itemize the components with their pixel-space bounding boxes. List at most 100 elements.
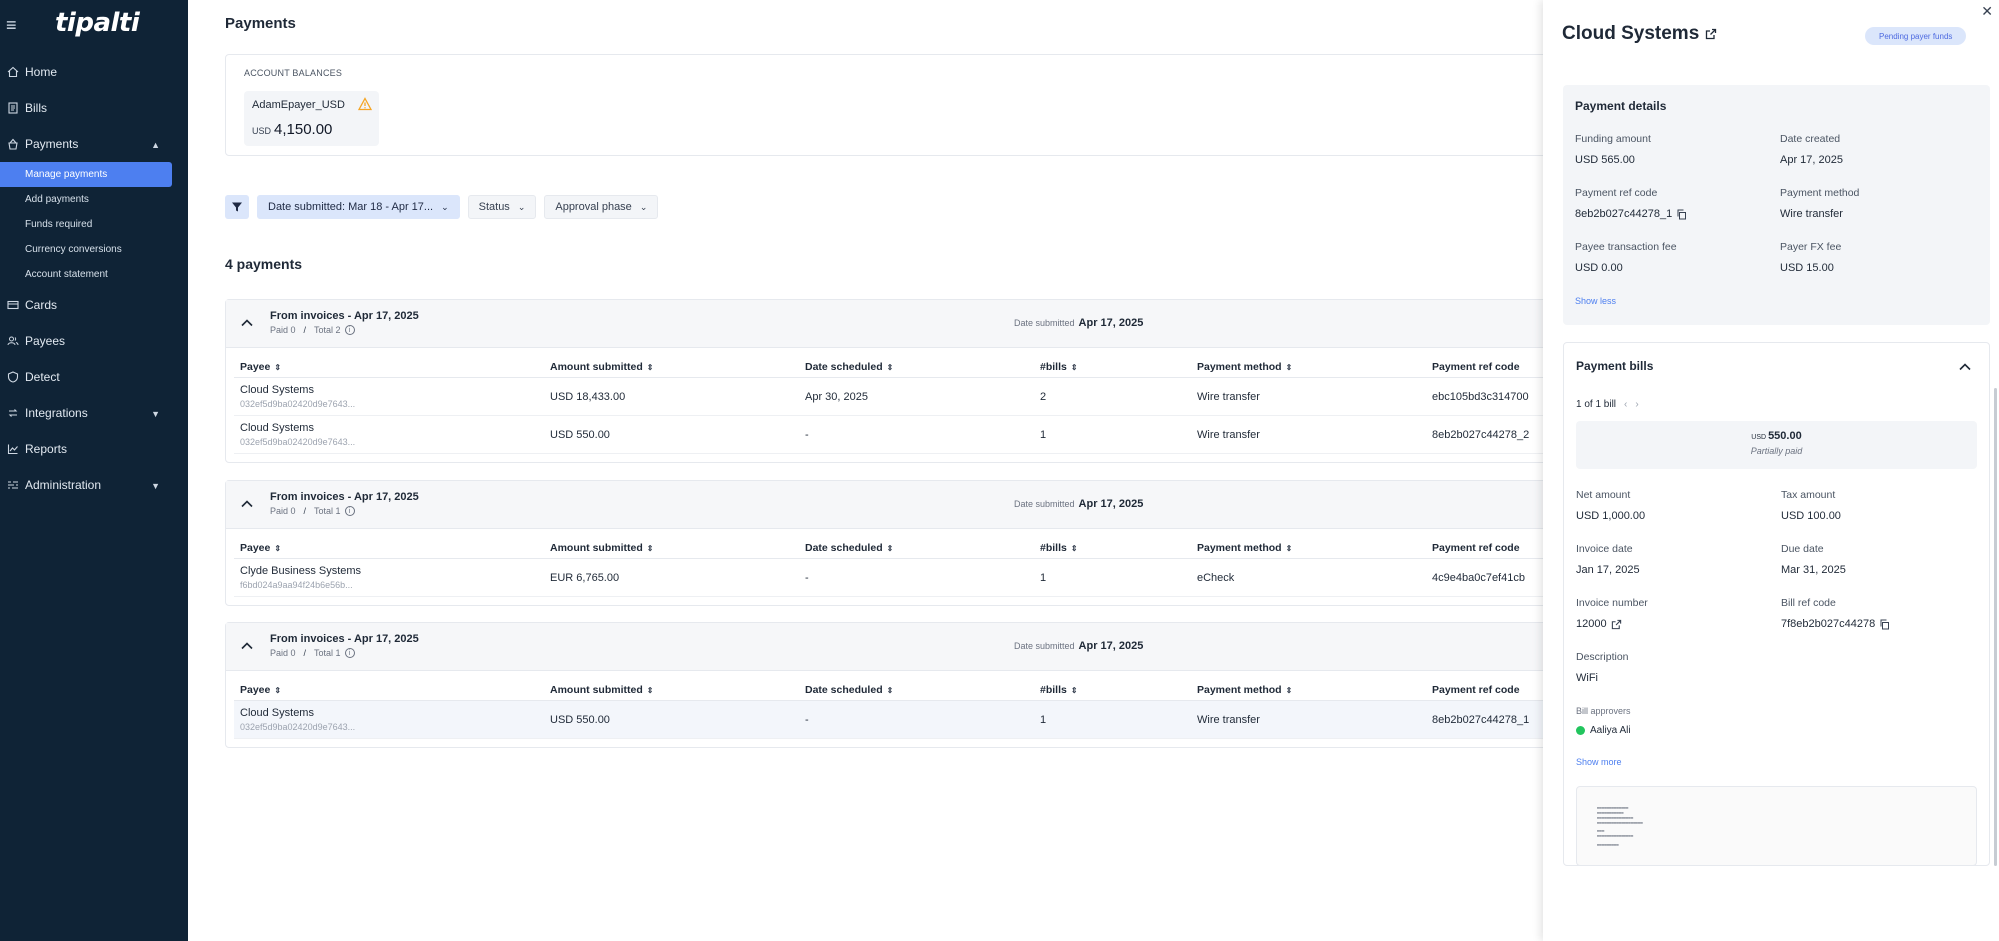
column-header-date[interactable]: Date scheduled ⇕ — [805, 361, 1040, 373]
filter-icon[interactable] — [225, 195, 249, 219]
sidebar-item-cards[interactable]: Cards — [0, 287, 188, 323]
column-label: Amount submitted — [550, 360, 643, 373]
caret-down-icon[interactable]: ▼ — [151, 481, 160, 491]
sidebar-item-account-statement[interactable]: Account statement — [0, 262, 172, 287]
column-header-bills[interactable]: #bills ⇕ — [1040, 361, 1197, 373]
field-value: USD 15.00 — [1780, 262, 1834, 274]
chevron-right-icon[interactable]: › — [1635, 399, 1638, 410]
bill-status: Partially paid — [1750, 446, 1803, 456]
filter-bar: Date submitted: Mar 18 - Apr 17... ⌄ Stat… — [225, 195, 659, 219]
tipalti-logo[interactable]: tipalti — [55, 8, 140, 38]
balance-amount: USD 4,150.00 — [252, 121, 332, 138]
external-link-icon[interactable] — [1705, 28, 1717, 40]
table-row[interactable]: Clyde Business Systems f6bd024a9aa94f24b6… — [234, 559, 1546, 597]
paid-count: Paid 0 — [270, 648, 296, 658]
column-header-date[interactable]: Date scheduled ⇕ — [805, 684, 1040, 696]
column-header-ref: Payment ref code — [1432, 684, 1542, 696]
copy-icon[interactable] — [1879, 619, 1890, 630]
payment-group-title: From invoices - Apr 17, 2025 — [270, 633, 419, 645]
column-header-bills[interactable]: #bills ⇕ — [1040, 542, 1197, 554]
reports-icon — [6, 442, 20, 456]
net-amount: Net amount USD 1,000.00 — [1576, 489, 1645, 522]
column-header-method[interactable]: Payment method ⇕ — [1197, 361, 1432, 373]
field-value: USD 565.00 — [1575, 154, 1635, 166]
field-value: USD 1,000.00 — [1576, 510, 1646, 522]
date-submitted-label: Date submitted — [1014, 499, 1075, 509]
chevron-left-icon[interactable]: ‹ — [1624, 399, 1627, 410]
balance-account-name: AdamEpayer_USD — [252, 99, 345, 111]
status-filter[interactable]: Status ⌄ — [467, 195, 537, 219]
column-header-method[interactable]: Payment method ⇕ — [1197, 542, 1432, 554]
sort-icon: ⇕ — [1070, 543, 1078, 553]
copy-icon[interactable] — [1676, 209, 1687, 220]
column-header-amount[interactable]: Amount submitted ⇕ — [550, 542, 805, 554]
field-value: Mar 31, 2025 — [1781, 564, 1846, 576]
column-header-payee[interactable]: Payee ⇕ — [234, 542, 550, 554]
info-icon[interactable]: i — [344, 506, 355, 516]
bills-icon — [6, 101, 20, 115]
payment-group: From invoices - Apr 17, 2025 Paid 0 / Tota… — [225, 299, 1555, 463]
chevron-up-icon[interactable] — [239, 315, 255, 331]
cell-method: eCheck — [1197, 571, 1235, 584]
panel-scrollbar[interactable] — [1994, 388, 1997, 866]
tax-amount: Tax amount USD 100.00 — [1781, 489, 1841, 522]
close-icon[interactable]: ✕ — [1981, 3, 1993, 20]
hamburger-menu-icon[interactable]: ≡ — [6, 15, 24, 36]
table-row[interactable]: Cloud Systems 032ef5d9ba02420d9e7643... U… — [234, 378, 1546, 416]
cell-payee: Cloud Systems 032ef5d9ba02420d9e7643... — [234, 707, 550, 732]
column-header-payee[interactable]: Payee ⇕ — [234, 684, 550, 696]
sidebar-item-funds-required[interactable]: Funds required — [0, 212, 172, 237]
show-less-link[interactable]: Show less — [1575, 296, 1616, 306]
field-label: Bill ref code — [1781, 597, 1836, 609]
invoice-number: Invoice number 12000 — [1576, 597, 1648, 630]
funding-amount: Funding amount USD 565.00 — [1575, 133, 1651, 166]
approval-phase-filter[interactable]: Approval phase ⌄ — [544, 195, 659, 219]
show-more-link[interactable]: Show more — [1576, 757, 1622, 767]
sidebar-item-payees[interactable]: Payees — [0, 323, 188, 359]
cell-method: Wire transfer — [1197, 713, 1260, 726]
date-submitted-filter[interactable]: Date submitted: Mar 18 - Apr 17... ⌄ — [257, 195, 460, 219]
caret-up-icon[interactable]: ▲ — [151, 140, 160, 150]
sidebar-item-payments[interactable]: Payments ▲ — [0, 126, 188, 162]
sidebar-item-currency-conversions[interactable]: Currency conversions — [0, 237, 172, 262]
column-header-amount[interactable]: Amount submitted ⇕ — [550, 361, 805, 373]
sidebar-item-integrations[interactable]: Integrations ▼ — [0, 395, 188, 431]
main-content: Payments ACCOUNT BALANCES AdamEpayer_USD… — [188, 0, 1555, 941]
sidebar-item-manage-payments[interactable]: Manage payments — [0, 162, 172, 187]
external-link-icon[interactable] — [1611, 619, 1622, 630]
date-submitted-label: Date submitted — [1014, 641, 1075, 651]
field-label: Payee transaction fee — [1575, 241, 1677, 253]
payment-group-header: From invoices - Apr 17, 2025 Paid 0 / Tota… — [226, 300, 1554, 348]
integrations-icon — [6, 406, 20, 420]
column-header-date[interactable]: Date scheduled ⇕ — [805, 542, 1040, 554]
sidebar-item-detect[interactable]: Detect — [0, 359, 188, 395]
sidebar-item-administration[interactable]: Administration ▼ — [0, 467, 188, 503]
column-header-amount[interactable]: Amount submitted ⇕ — [550, 684, 805, 696]
info-icon[interactable]: i — [344, 325, 355, 335]
invoice-preview-thumbnail[interactable]: ▬▬▬▬▬▬▬▬▬▬▬▬▬ ▬▬▬▬▬▬▬▬▬▬▬ ▬▬▬▬▬▬▬▬▬▬▬▬▬▬… — [1576, 786, 1977, 865]
info-icon[interactable]: i — [344, 648, 355, 658]
sidebar-item-bills[interactable]: Bills — [0, 90, 188, 126]
field-label: Payment ref code — [1575, 187, 1658, 199]
balance-card[interactable]: AdamEpayer_USD USD 4,150.00 — [244, 91, 379, 146]
cell-bills: 1 — [1040, 713, 1047, 726]
payee-id: 032ef5d9ba02420d9e7643... — [240, 437, 356, 447]
table-row[interactable]: Cloud Systems 032ef5d9ba02420d9e7643... U… — [234, 416, 1546, 454]
sidebar-item-home[interactable]: Home — [0, 54, 188, 90]
chevron-up-icon[interactable] — [239, 496, 255, 512]
column-header-method[interactable]: Payment method ⇕ — [1197, 684, 1432, 696]
sidebar-item-add-payments[interactable]: Add payments — [0, 187, 172, 212]
column-header-payee[interactable]: Payee ⇕ — [234, 361, 550, 373]
chevron-up-icon[interactable] — [1957, 359, 1973, 375]
chevron-up-icon[interactable] — [239, 638, 255, 654]
payment-group-summary: Paid 0 / Total 1i — [270, 648, 355, 658]
panel-title[interactable]: Cloud Systems — [1562, 23, 1717, 45]
table-row-selected[interactable]: Cloud Systems 032ef5d9ba02420d9e7643... U… — [234, 701, 1546, 739]
caret-down-icon[interactable]: ▼ — [151, 409, 160, 419]
payment-ref-code: Payment ref code 8eb2b027c44278_1 — [1575, 187, 1687, 220]
table-header: Payee ⇕ Amount submitted ⇕ Date scheduled ⇕… — [234, 537, 1546, 559]
payment-group-summary: Paid 0 / Total 2i — [270, 325, 355, 335]
cell-ref: 8eb2b027c44278_1 — [1432, 713, 1530, 726]
column-header-bills[interactable]: #bills ⇕ — [1040, 684, 1197, 696]
sidebar-item-reports[interactable]: Reports — [0, 431, 188, 467]
